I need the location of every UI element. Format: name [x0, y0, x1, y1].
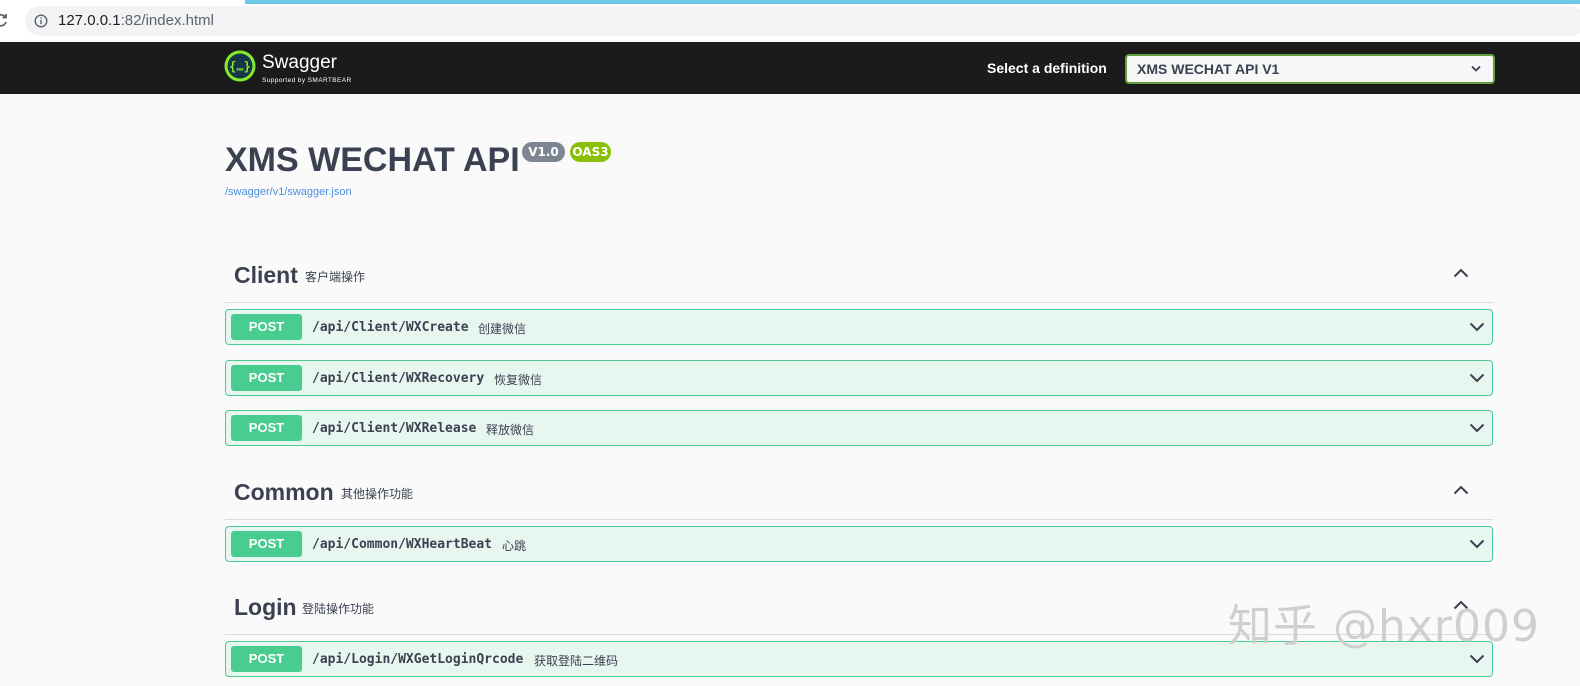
reload-icon[interactable] — [0, 13, 8, 27]
chevron-down-icon — [1471, 65, 1481, 72]
operation-summary: 心跳 — [502, 539, 527, 553]
method-badge: POST — [231, 415, 302, 441]
version-badge: V1.0 — [522, 142, 565, 162]
tag-name: Client — [234, 262, 298, 288]
url-path: :82/index.html — [120, 12, 214, 29]
chevron-down-icon[interactable] — [1469, 373, 1485, 383]
spec-json-link[interactable]: /swagger/v1/swagger.json — [225, 186, 352, 198]
swagger-logo[interactable]: {…} Swagger Supported by SMARTBEAR — [224, 49, 364, 89]
swagger-logo-icon: {…} — [224, 50, 256, 82]
definition-label: Select a definition — [987, 60, 1107, 76]
logo-subtitle: Supported by SMARTBEAR — [262, 77, 352, 84]
tag-divider — [225, 519, 1493, 520]
operation-path: /api/Client/WXRecovery — [312, 371, 485, 386]
url-host: 127.0.0.1 — [58, 12, 121, 29]
page-load-progress — [245, 0, 1580, 4]
definition-select-value: XMS WECHAT API V1 — [1137, 61, 1280, 77]
operation-post-wxrelease[interactable]: POST /api/Client/WXRelease 释放微信 — [225, 410, 1493, 446]
tag-name: Common — [234, 479, 334, 505]
method-badge: POST — [231, 314, 302, 340]
operation-post-wxrecovery[interactable]: POST /api/Client/WXRecovery 恢复微信 — [225, 360, 1493, 396]
tag-header-client[interactable]: Client 客户端操作 — [225, 254, 1493, 294]
address-bar[interactable] — [25, 6, 1580, 36]
operation-summary: 创建微信 — [478, 322, 527, 336]
operation-path: /api/Common/WXHeartBeat — [312, 537, 493, 552]
chevron-down-icon[interactable] — [1469, 322, 1485, 332]
page-title: XMS WECHAT API — [225, 141, 520, 179]
chevron-down-icon[interactable] — [1469, 423, 1485, 433]
chevron-up-icon[interactable] — [1453, 268, 1469, 278]
method-badge: POST — [231, 646, 302, 672]
operation-summary: 恢复微信 — [494, 373, 543, 387]
info-icon[interactable] — [34, 14, 48, 28]
operation-summary: 释放微信 — [486, 423, 535, 437]
tag-description: 客户端操作 — [305, 270, 366, 284]
browser-toolbar: 127.0.0.1:82/index.html — [0, 0, 1580, 40]
operation-path: /api/Client/WXCreate — [312, 320, 469, 335]
operation-summary: 获取登陆二维码 — [534, 654, 619, 668]
method-badge: POST — [231, 531, 302, 557]
operation-path: /api/Login/WXGetLoginQrcode — [312, 652, 524, 667]
chevron-up-icon[interactable] — [1453, 485, 1469, 495]
tag-description: 其他操作功能 — [341, 487, 414, 501]
chevron-down-icon[interactable] — [1469, 539, 1485, 549]
tag-name: Login — [234, 594, 297, 620]
tag-header-common[interactable]: Common 其他操作功能 — [225, 471, 1493, 511]
method-badge: POST — [231, 365, 302, 391]
oas-badge: OAS3 — [570, 142, 611, 162]
operation-path: /api/Client/WXRelease — [312, 421, 477, 436]
tag-description: 登陆操作功能 — [302, 602, 375, 616]
logo-name: Swagger — [262, 52, 337, 73]
url-text[interactable]: 127.0.0.1:82/index.html — [58, 12, 214, 29]
watermark: 知乎 @hxr009 — [1228, 601, 1540, 652]
definition-select[interactable]: XMS WECHAT API V1 — [1125, 54, 1495, 84]
chevron-down-icon[interactable] — [1469, 654, 1485, 664]
svg-text:{…}: {…} — [229, 60, 251, 74]
tag-divider — [225, 302, 1493, 303]
operation-post-wxheartbeat[interactable]: POST /api/Common/WXHeartBeat 心跳 — [225, 526, 1493, 562]
operation-post-wxcreate[interactable]: POST /api/Client/WXCreate 创建微信 — [225, 309, 1493, 345]
